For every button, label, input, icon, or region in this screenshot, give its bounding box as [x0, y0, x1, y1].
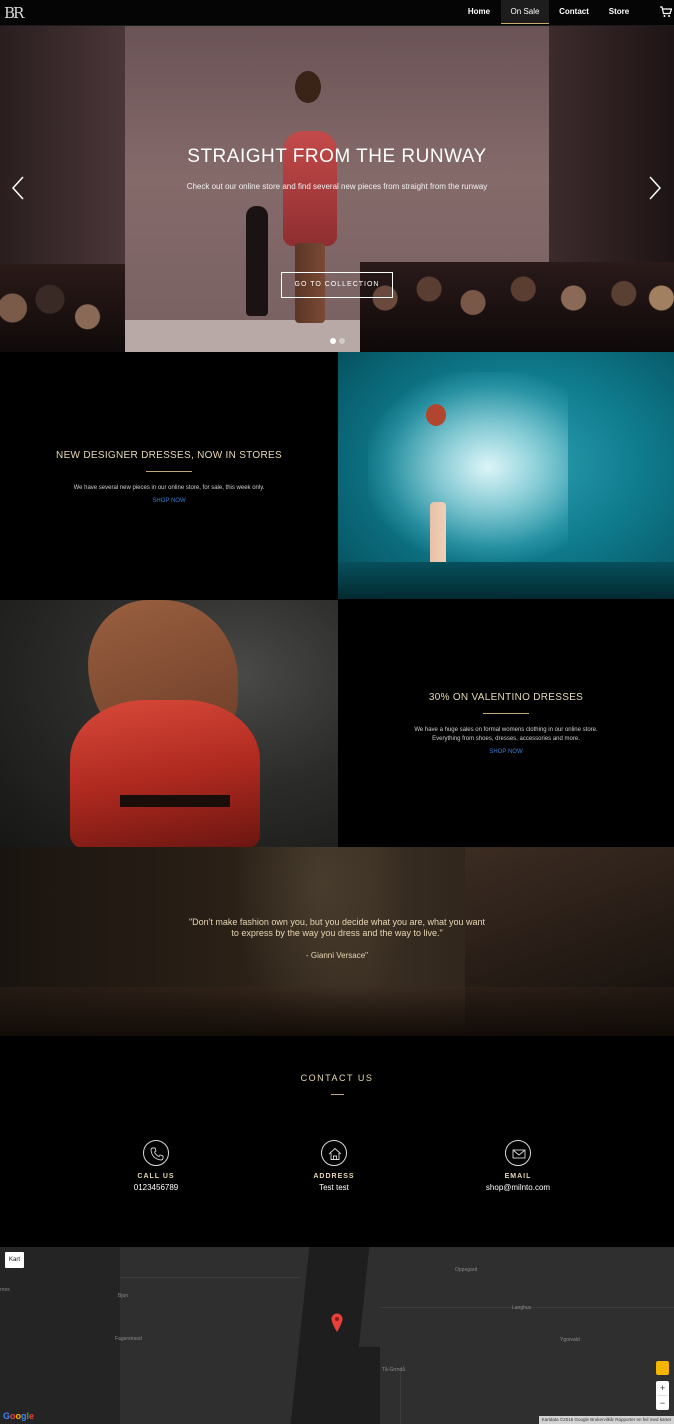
map-label: rnes	[0, 1287, 10, 1293]
nav-item-store[interactable]: Store	[599, 0, 639, 24]
chevron-right-icon[interactable]	[648, 176, 662, 200]
contact-address: ADDRESS Test test	[264, 1140, 404, 1192]
quote-text: "Don't make fashion own you, but you dec…	[188, 917, 486, 938]
slider-dot-2[interactable]	[339, 338, 345, 344]
contact-call: CALL US 0123456789	[86, 1140, 226, 1192]
map-label: Ygorvald	[560, 1337, 580, 1343]
map-label: Tå-Grrndå	[382, 1367, 406, 1373]
contact-title: CONTACT US	[300, 1073, 374, 1083]
address-value: Test test	[319, 1183, 349, 1192]
location-map[interactable]: Oppegard Langhus Fagerstrand Ygorvald Bj…	[0, 1247, 674, 1424]
hero-model-back	[240, 206, 276, 326]
promo-image-red-dress	[0, 600, 338, 847]
divider	[483, 713, 529, 714]
top-navbar: BR Home On Sale Contact Store	[0, 0, 674, 26]
go-to-collection-button[interactable]: GO TO COLLECTION	[281, 272, 393, 298]
slider-dot-1[interactable]	[330, 338, 336, 344]
map-label: Langhus	[512, 1305, 532, 1311]
divider	[331, 1094, 344, 1095]
google-logo: Google	[3, 1411, 35, 1421]
email-value[interactable]: shop@milnto.com	[448, 1183, 588, 1192]
envelope-icon	[505, 1140, 531, 1166]
chevron-left-icon[interactable]	[11, 176, 25, 200]
hero-crowd-right	[360, 262, 674, 352]
brand-logo[interactable]: BR	[4, 4, 24, 22]
promo-panel-new-dresses: NEW DESIGNER DRESSES, NOW IN STORES We h…	[0, 352, 338, 600]
zoom-out-button[interactable]: −	[656, 1396, 669, 1410]
hero-subtitle: Check out our online store and find seve…	[186, 182, 488, 191]
map-water-south	[330, 1347, 380, 1424]
phone-number[interactable]: 0123456789	[86, 1183, 226, 1192]
contact-email: EMAIL shop@milnto.com	[448, 1140, 588, 1192]
contact-label: EMAIL	[504, 1173, 532, 1180]
divider	[146, 471, 192, 472]
hero-slider: STRAIGHT FROM THE RUNWAY Check out our o…	[0, 26, 674, 352]
quote-bg-ground	[0, 987, 674, 1036]
map-pin-icon[interactable]	[331, 1313, 343, 1333]
phone-icon	[143, 1140, 169, 1166]
map-road	[400, 1367, 401, 1424]
contact-label: ADDRESS	[313, 1173, 355, 1180]
slider-dots	[330, 338, 350, 346]
promo-title: NEW DESIGNER DRESSES, NOW IN STORES	[56, 450, 282, 461]
quote-author: - Gianni Versace"	[306, 951, 368, 960]
map-type-button[interactable]: Kart	[5, 1252, 24, 1268]
street-view-pegman-icon[interactable]	[656, 1361, 669, 1375]
map-water-west	[0, 1247, 120, 1424]
promo-description-line-1: We have a huge sales on formal womens cl…	[414, 727, 598, 733]
hero-title: STRAIGHT FROM THE RUNWAY	[187, 146, 487, 167]
promo-description-line-2: Everything from shoes, dresses, accessor…	[432, 736, 580, 742]
contact-section: CONTACT US CALL US 0123456789 ADDRESS Te…	[0, 1036, 674, 1247]
map-attribution[interactable]: Kartdata ©2016 Google Brukervilkår Rappo…	[538, 1416, 674, 1424]
contact-label: CALL US	[137, 1173, 175, 1180]
hero-crowd-left	[0, 264, 125, 352]
promo-image-teal-dress	[338, 352, 674, 599]
zoom-in-button[interactable]: +	[656, 1381, 669, 1395]
nav-item-contact[interactable]: Contact	[551, 0, 597, 24]
map-road	[120, 1277, 300, 1278]
shop-now-link[interactable]: SHOP NOW	[338, 749, 674, 755]
promo-description: We have several new pieces in our online…	[73, 485, 265, 491]
promo-panel-valentino: 30% ON VALENTINO DRESSES We have a huge …	[338, 600, 674, 847]
shop-now-link[interactable]: SHOP NOW	[0, 498, 338, 504]
map-label: Bjon	[118, 1293, 129, 1299]
promo-title: 30% ON VALENTINO DRESSES	[428, 692, 584, 703]
home-icon	[321, 1140, 347, 1166]
map-zoom-control: + −	[656, 1381, 669, 1410]
map-label: Oppegard	[455, 1267, 478, 1273]
nav-item-home[interactable]: Home	[458, 0, 500, 24]
quote-section: "Don't make fashion own you, but you dec…	[0, 847, 674, 1036]
cart-icon[interactable]	[660, 6, 672, 18]
nav-item-on-sale[interactable]: On Sale	[501, 0, 549, 24]
map-label: Fagerstrand	[115, 1336, 142, 1342]
